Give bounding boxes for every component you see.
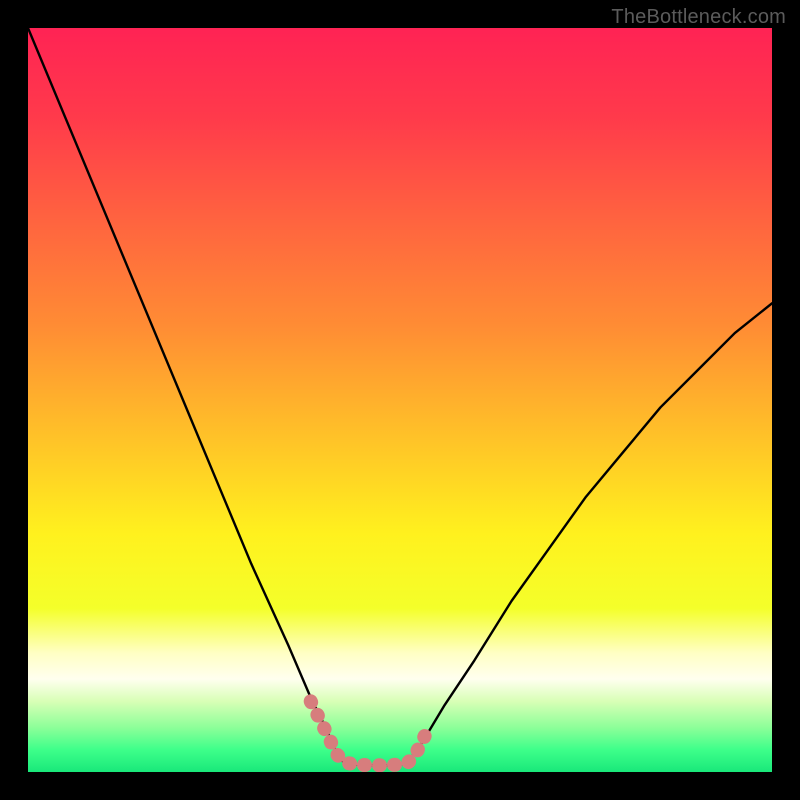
gradient-background [28,28,772,772]
watermark-text: TheBottleneck.com [611,6,786,29]
plot-svg [28,28,772,772]
chart-frame: TheBottleneck.com [0,0,800,800]
plot-area [28,28,772,772]
